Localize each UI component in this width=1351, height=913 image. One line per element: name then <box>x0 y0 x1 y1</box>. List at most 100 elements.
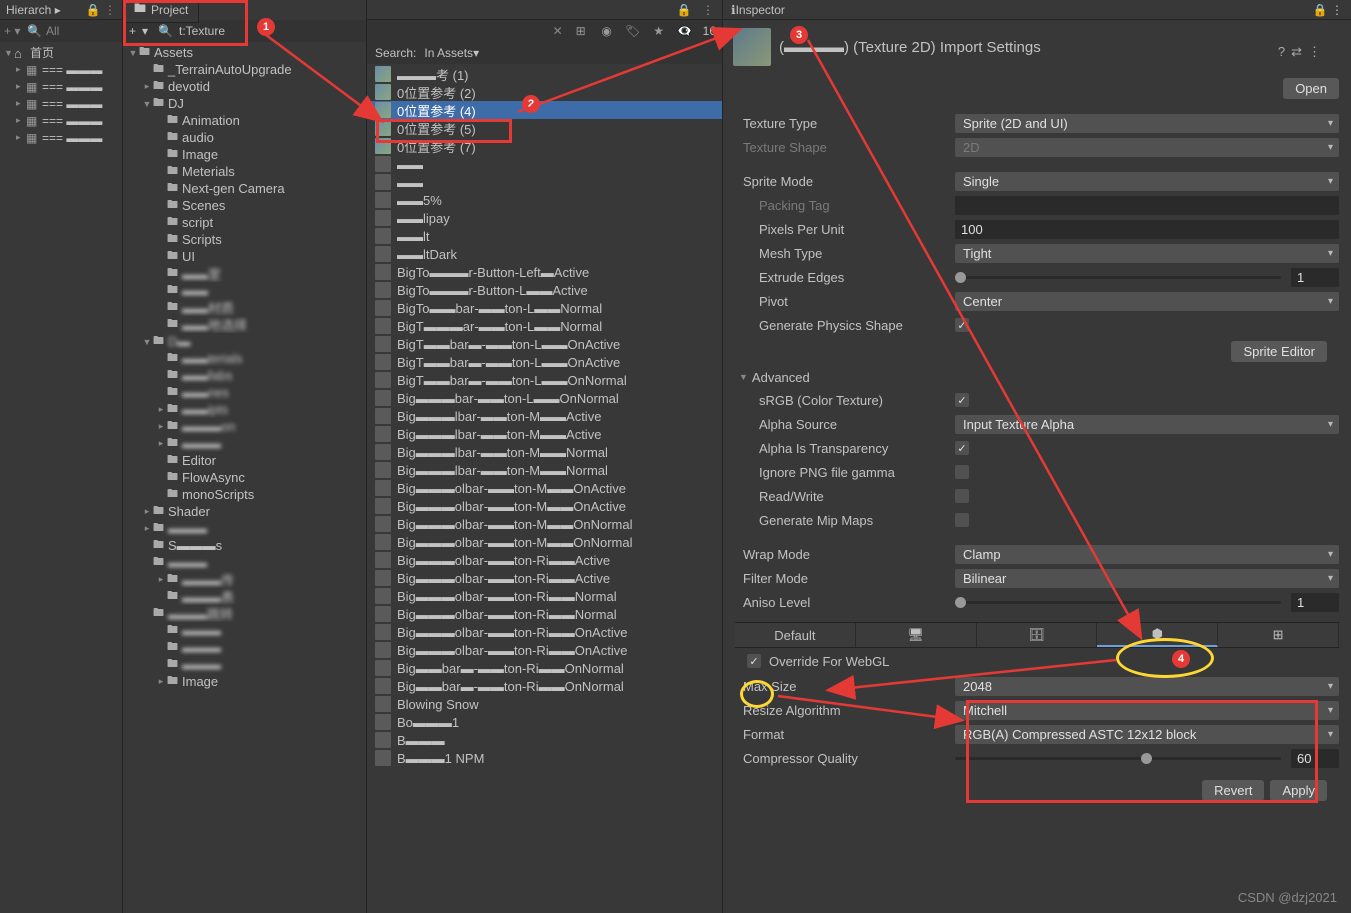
folder-row[interactable]: 🖿▬▬▬ <box>123 622 366 639</box>
lock-icon[interactable]: 🔒 <box>676 2 692 18</box>
asset-row[interactable]: B▬▬▬1 NPM <box>367 749 722 767</box>
star-icon[interactable]: ★ <box>651 23 667 39</box>
filter-icon[interactable]: ⊞ <box>573 23 589 39</box>
hierarchy-item[interactable]: ▸=== ▬▬▬ <box>0 129 122 146</box>
folder-row[interactable]: ▼🖿DJ <box>123 95 366 112</box>
folder-row[interactable]: 🖿▬▬fabs <box>123 367 366 384</box>
extrude-slider[interactable] <box>955 276 1281 279</box>
folder-row[interactable]: ▸🖿▬▬ipts <box>123 401 366 418</box>
folder-row[interactable]: 🖿▬▬▬ <box>123 554 366 571</box>
ignore-gamma-checkbox[interactable] <box>955 465 969 479</box>
hierarchy-item[interactable]: ▸=== ▬▬▬ <box>0 95 122 112</box>
asset-row[interactable]: BigT▬▬▬ar-▬▬ton-L▬▬Normal <box>367 317 722 335</box>
asset-row[interactable]: Blowing Snow <box>367 695 722 713</box>
asset-row[interactable]: Big▬▬▬olbar-▬▬ton-Ri▬▬Active <box>367 551 722 569</box>
asset-row[interactable]: Big▬▬▬olbar-▬▬ton-M▬▬OnActive <box>367 497 722 515</box>
project-tab[interactable]: 🖿 Project <box>123 0 199 23</box>
folder-row[interactable]: ▸🖿Shader <box>123 503 366 520</box>
folder-row[interactable]: 🖿S▬▬▬s <box>123 537 366 554</box>
max-size-dropdown[interactable]: 2048 <box>955 677 1339 696</box>
advanced-foldout[interactable]: ▼Advanced <box>735 366 1339 388</box>
asset-row[interactable]: Big▬▬bar▬-▬▬ton-Ri▬▬OnNormal <box>367 659 722 677</box>
asset-row[interactable]: Big▬▬▬lbar-▬▬ton-M▬▬Normal <box>367 443 722 461</box>
folder-row[interactable]: 🖿▬▬地选择 <box>123 316 366 333</box>
wrap-mode-dropdown[interactable]: Clamp <box>955 545 1339 564</box>
folder-row[interactable]: 🖿▬▬terials <box>123 350 366 367</box>
alpha-source-dropdown[interactable]: Input Texture Alpha <box>955 415 1339 434</box>
folder-row[interactable]: 🖿UI <box>123 248 366 265</box>
folder-row[interactable]: 🖿Meterials <box>123 163 366 180</box>
asset-row[interactable]: BigTo▬▬▬r-Button-L▬▬Active <box>367 281 722 299</box>
asset-row[interactable]: ▬▬5% <box>367 191 722 209</box>
asset-row[interactable]: Big▬▬▬lbar-▬▬ton-M▬▬Active <box>367 425 722 443</box>
platform-tab-windows[interactable]: ⊞ <box>1218 623 1339 647</box>
folder-row[interactable]: 🖿audio <box>123 129 366 146</box>
platform-tab-default[interactable]: Default <box>735 623 856 647</box>
quality-slider[interactable] <box>955 757 1281 760</box>
asset-row[interactable]: Big▬▬bar▬-▬▬ton-Ri▬▬OnNormal <box>367 677 722 695</box>
asset-row[interactable]: B▬▬▬ <box>367 731 722 749</box>
search-scope[interactable]: In Assets▾ <box>424 46 479 60</box>
hidden-icon[interactable]: 👁‍🗨 <box>677 23 693 39</box>
folder-row[interactable]: 🖿Editor <box>123 452 366 469</box>
folder-row[interactable]: 🖿Next-gen Camera <box>123 180 366 197</box>
asset-row[interactable]: Big▬▬▬lbar-▬▬ton-M▬▬Normal <box>367 461 722 479</box>
menu-icon[interactable]: ⋮ <box>1308 44 1321 60</box>
asset-row[interactable]: BigT▬▬bar▬-▬▬ton-L▬▬OnActive <box>367 353 722 371</box>
asset-row[interactable]: BigT▬▬bar▬-▬▬ton-L▬▬OnNormal <box>367 371 722 389</box>
filter-mode-dropdown[interactable]: Bilinear <box>955 569 1339 588</box>
asset-row[interactable]: ▬▬ltDark <box>367 245 722 263</box>
hierarchy-search[interactable]: + ▾ 🔍 All <box>0 20 122 42</box>
srgb-checkbox[interactable] <box>955 393 969 407</box>
asset-row[interactable]: Big▬▬▬olbar-▬▬ton-Ri▬▬Active <box>367 569 722 587</box>
asset-row[interactable]: ▬▬lt <box>367 227 722 245</box>
aniso-slider[interactable] <box>955 601 1281 604</box>
asset-row[interactable]: ▬▬ <box>367 155 722 173</box>
hierarchy-item[interactable]: ▸=== ▬▬▬ <box>0 112 122 129</box>
hierarchy-home[interactable]: ▼首页 <box>0 44 122 61</box>
asset-row[interactable]: Big▬▬▬olbar-▬▬ton-Ri▬▬Normal <box>367 587 722 605</box>
folder-row[interactable]: 🖿▬▬▬ <box>123 656 366 673</box>
asset-row[interactable]: Big▬▬▬lbar-▬▬ton-M▬▬Active <box>367 407 722 425</box>
asset-row[interactable]: ▬▬lipay <box>367 209 722 227</box>
folder-row[interactable]: 🖿Image <box>123 146 366 163</box>
texture-type-dropdown[interactable]: Sprite (2D and UI) <box>955 114 1339 133</box>
asset-row[interactable]: ▬▬ <box>367 173 722 191</box>
mesh-type-dropdown[interactable]: Tight <box>955 244 1339 263</box>
type-icon[interactable]: ◉ <box>599 23 615 39</box>
asset-row[interactable]: BigTo▬▬bar-▬▬ton-L▬▬Normal <box>367 299 722 317</box>
asset-row[interactable]: Big▬▬▬olbar-▬▬ton-Ri▬▬Normal <box>367 605 722 623</box>
folder-row[interactable]: 🖿▬▬▬ <box>123 639 366 656</box>
hierarchy-item[interactable]: ▸=== ▬▬▬ <box>0 78 122 95</box>
mipmaps-checkbox[interactable] <box>955 513 969 527</box>
asset-row[interactable]: Big▬▬▬olbar-▬▬ton-M▬▬OnActive <box>367 479 722 497</box>
folder-row[interactable]: ▸🖿▬▬▬传 <box>123 571 366 588</box>
asset-row[interactable]: 0位置参考 (2) <box>367 83 722 101</box>
asset-row[interactable]: 0位置参考 (5) <box>367 119 722 137</box>
alpha-transparency-checkbox[interactable] <box>955 441 969 455</box>
folder-row[interactable]: ▸🖿Image <box>123 673 366 690</box>
search-results[interactable]: ▬▬▬考 (1)0位置参考 (2)0位置参考 (4)0位置参考 (5)0位置参考… <box>367 64 722 913</box>
physics-shape-checkbox[interactable] <box>955 318 969 332</box>
asset-row[interactable]: 0位置参考 (4) <box>367 101 722 119</box>
ppu-input[interactable]: 100 <box>955 220 1339 239</box>
platform-tab-standalone[interactable]: 🖥 <box>856 623 977 647</box>
folder-row[interactable]: ▸🖿▬▬▬ <box>123 520 366 537</box>
preset-icon[interactable]: ⇄ <box>1291 44 1302 60</box>
folder-row[interactable]: 🖿▬▬▬跳转 <box>123 605 366 622</box>
asset-row[interactable]: BigT▬▬bar▬-▬▬ton-L▬▬OnActive <box>367 335 722 353</box>
hierarchy-item[interactable]: ▸=== ▬▬▬ <box>0 61 122 78</box>
resize-algo-dropdown[interactable]: Mitchell <box>955 701 1339 720</box>
format-dropdown[interactable]: RGB(A) Compressed ASTC 12x12 block <box>955 725 1339 744</box>
project-add-row[interactable]: +▾ 🔍 t:Texture <box>123 20 366 42</box>
asset-row[interactable]: Big▬▬▬olbar-▬▬ton-M▬▬OnNormal <box>367 515 722 533</box>
sprite-editor-button[interactable]: Sprite Editor <box>1231 341 1327 362</box>
folder-row[interactable]: 🖿▬▬nes <box>123 384 366 401</box>
help-icon[interactable]: ? <box>1278 44 1285 60</box>
folder-row[interactable]: 🖿▬▬ <box>123 282 366 299</box>
asset-row[interactable]: Big▬▬▬bar-▬▬ton-L▬▬OnNormal <box>367 389 722 407</box>
folder-row[interactable]: ▸🖿▬▬▬on <box>123 418 366 435</box>
platform-tab-webgl[interactable]: ⬢ <box>1097 623 1218 647</box>
folder-row[interactable]: ▼🖿Assets <box>123 44 366 61</box>
revert-button[interactable]: Revert <box>1202 780 1264 801</box>
